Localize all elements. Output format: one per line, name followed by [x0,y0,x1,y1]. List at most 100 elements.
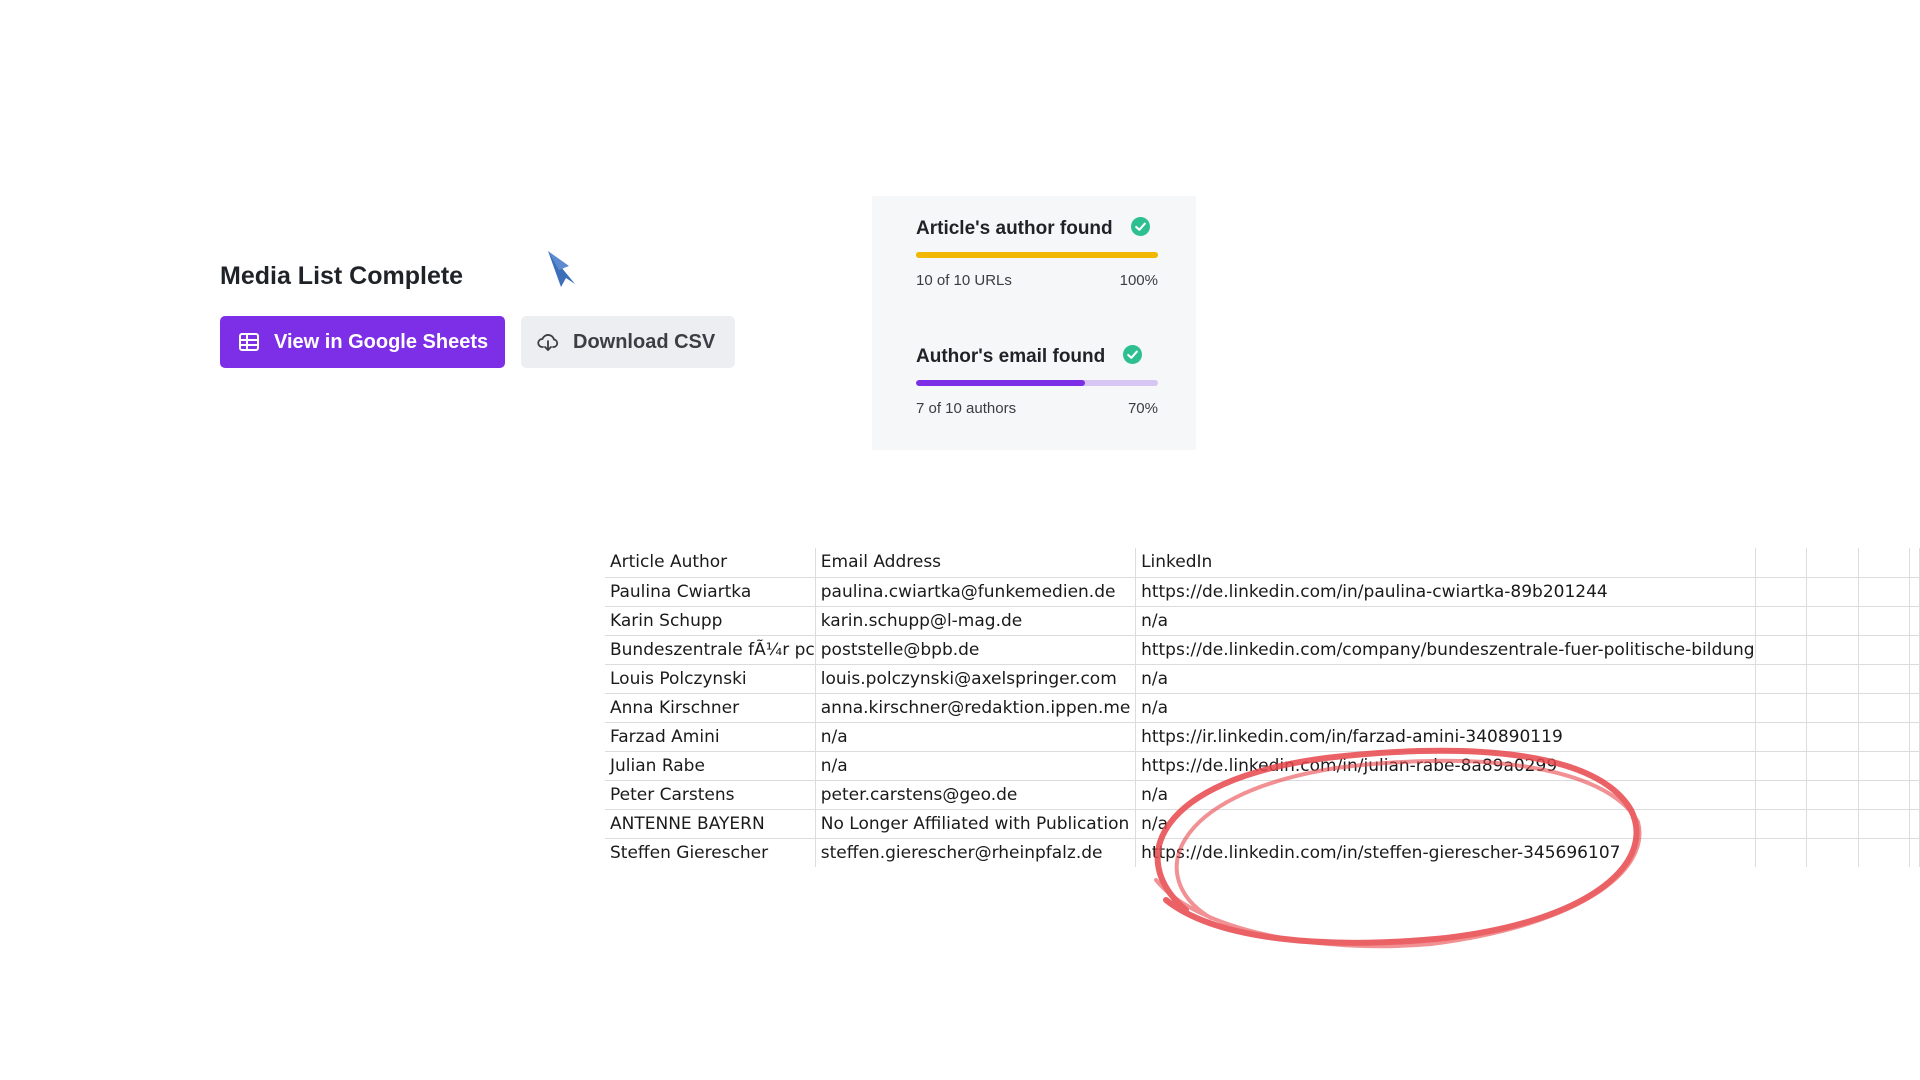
download-csv-button[interactable]: Download CSV [521,316,735,368]
empty-cell[interactable] [1755,548,1808,578]
author-progress-bar [916,252,1158,258]
empty-cell[interactable] [1806,606,1859,636]
email-cell[interactable]: Email Address [815,548,1137,578]
empty-cell[interactable] [1909,751,1920,781]
empty-cell[interactable] [1806,838,1859,867]
empty-cell[interactable] [1858,577,1910,607]
progress-panel: Article's author found 10 of 10 URLs 100… [872,196,1196,450]
table-header-row: Article Author Email Address LinkedIn [605,548,1920,578]
empty-cell[interactable] [1909,722,1920,752]
empty-cell[interactable] [1858,548,1910,578]
empty-cell[interactable] [1806,577,1859,607]
empty-cell[interactable] [1755,780,1808,810]
empty-cell[interactable] [1858,751,1910,781]
author-progress-fill [916,252,1158,258]
linkedin-cell[interactable]: https://de.linkedin.com/in/steffen-giere… [1135,838,1756,867]
empty-cell[interactable] [1858,722,1910,752]
empty-cell[interactable] [1909,606,1920,636]
empty-cell[interactable] [1755,838,1808,867]
empty-cell[interactable] [1755,577,1808,607]
author-found-metric: Article's author found 10 of 10 URLs 100… [916,214,1158,289]
empty-cell[interactable] [1858,606,1910,636]
empty-cell[interactable] [1806,809,1859,839]
email-cell[interactable]: peter.carstens@geo.de [815,780,1137,810]
linkedin-cell[interactable]: https://de.linkedin.com/company/bundesze… [1135,635,1756,665]
empty-cell[interactable] [1755,693,1808,723]
email-progress-fill [916,380,1086,386]
empty-cell[interactable] [1858,635,1910,665]
empty-cell[interactable] [1755,722,1808,752]
empty-cell[interactable] [1858,838,1910,867]
email-cell[interactable]: steffen.gierescher@rheinpfalz.de [815,838,1137,867]
empty-cell[interactable] [1806,751,1859,781]
empty-cell[interactable] [1909,693,1920,723]
empty-cell[interactable] [1806,722,1859,752]
empty-cell[interactable] [1858,780,1910,810]
email-cell[interactable]: n/a [815,722,1137,752]
empty-cell[interactable] [1909,577,1920,607]
linkedin-cell[interactable]: n/a [1135,606,1756,636]
author-found-percent: 100% [1119,272,1158,289]
author-cell[interactable]: Karin Schupp [605,606,816,636]
author-cell[interactable]: Louis Polczynski [605,664,816,694]
empty-cell[interactable] [1755,751,1808,781]
table-row: Paulina Cwiartka paulina.cwiartka@funkeme… [605,577,1920,607]
empty-cell[interactable] [1909,548,1920,578]
email-cell[interactable]: paulina.cwiartka@funkemedien.de [815,577,1137,607]
empty-cell[interactable] [1909,780,1920,810]
author-cell[interactable]: Article Author [605,548,816,578]
author-cell[interactable]: Anna Kirschner [605,693,816,723]
email-cell[interactable]: n/a [815,751,1137,781]
author-cell[interactable]: Paulina Cwiartka [605,577,816,607]
empty-cell[interactable] [1909,664,1920,694]
author-found-title: Article's author found [916,218,1113,239]
table-row: Steffen Gierescher steffen.gierescher@rhe… [605,838,1920,867]
cloud-download-icon [537,331,559,353]
empty-cell[interactable] [1755,606,1808,636]
email-cell[interactable]: poststelle@bpb.de [815,635,1137,665]
author-cell[interactable]: Julian Rabe [605,751,816,781]
author-cell[interactable]: Farzad Amini [605,722,816,752]
grid-table-icon [238,331,260,353]
email-cell[interactable]: No Longer Affiliated with Publication [815,809,1137,839]
empty-cell[interactable] [1755,635,1808,665]
empty-cell[interactable] [1858,693,1910,723]
view-in-google-sheets-button[interactable]: View in Google Sheets [220,316,505,368]
empty-cell[interactable] [1755,664,1808,694]
table-row: Karin Schupp karin.schupp@l-mag.de n/a [605,606,1920,636]
table-row: Anna Kirschner anna.kirschner@redaktion.i… [605,693,1920,723]
view-in-google-sheets-label: View in Google Sheets [274,330,489,353]
empty-cell[interactable] [1858,809,1910,839]
author-cell[interactable]: Peter Carstens [605,780,816,810]
email-cell[interactable]: louis.polczynski@axelspringer.com [815,664,1137,694]
table-row: Bundeszentrale fÃ¼r pc poststelle@bpb.de h… [605,635,1920,665]
author-cell[interactable]: Bundeszentrale fÃ¼r pc [605,635,816,665]
email-cell[interactable]: anna.kirschner@redaktion.ippen.me [815,693,1137,723]
empty-cell[interactable] [1909,838,1920,867]
linkedin-cell[interactable]: n/a [1135,809,1756,839]
empty-cell[interactable] [1806,664,1859,694]
empty-cell[interactable] [1755,809,1808,839]
email-cell[interactable]: karin.schupp@l-mag.de [815,606,1137,636]
author-found-count: 10 of 10 URLs [916,272,1012,289]
author-cell[interactable]: Steffen Gierescher [605,838,816,867]
table-row: Louis Polczynski louis.polczynski@axelspr… [605,664,1920,694]
linkedin-cell[interactable]: n/a [1135,780,1756,810]
empty-cell[interactable] [1806,548,1859,578]
empty-cell[interactable] [1909,635,1920,665]
table-row: Farzad Amini n/a https://ir.linkedin.com/i… [605,722,1920,752]
linkedin-cell[interactable]: n/a [1135,664,1756,694]
empty-cell[interactable] [1806,780,1859,810]
linkedin-cell[interactable]: https://de.linkedin.com/in/julian-rabe-8… [1135,751,1756,781]
email-found-title: Author's email found [916,346,1106,367]
empty-cell[interactable] [1909,809,1920,839]
author-cell[interactable]: ANTENNE BAYERN [605,809,816,839]
empty-cell[interactable] [1858,664,1910,694]
linkedin-cell[interactable]: n/a [1135,693,1756,723]
empty-cell[interactable] [1806,635,1859,665]
empty-cell[interactable] [1806,693,1859,723]
linkedin-cell[interactable]: https://ir.linkedin.com/in/farzad-amini-… [1135,722,1756,752]
linkedin-cell[interactable]: https://de.linkedin.com/in/paulina-cwiar… [1135,577,1756,607]
linkedin-cell[interactable]: LinkedIn [1135,548,1756,578]
email-found-count: 7 of 10 authors [916,400,1017,417]
